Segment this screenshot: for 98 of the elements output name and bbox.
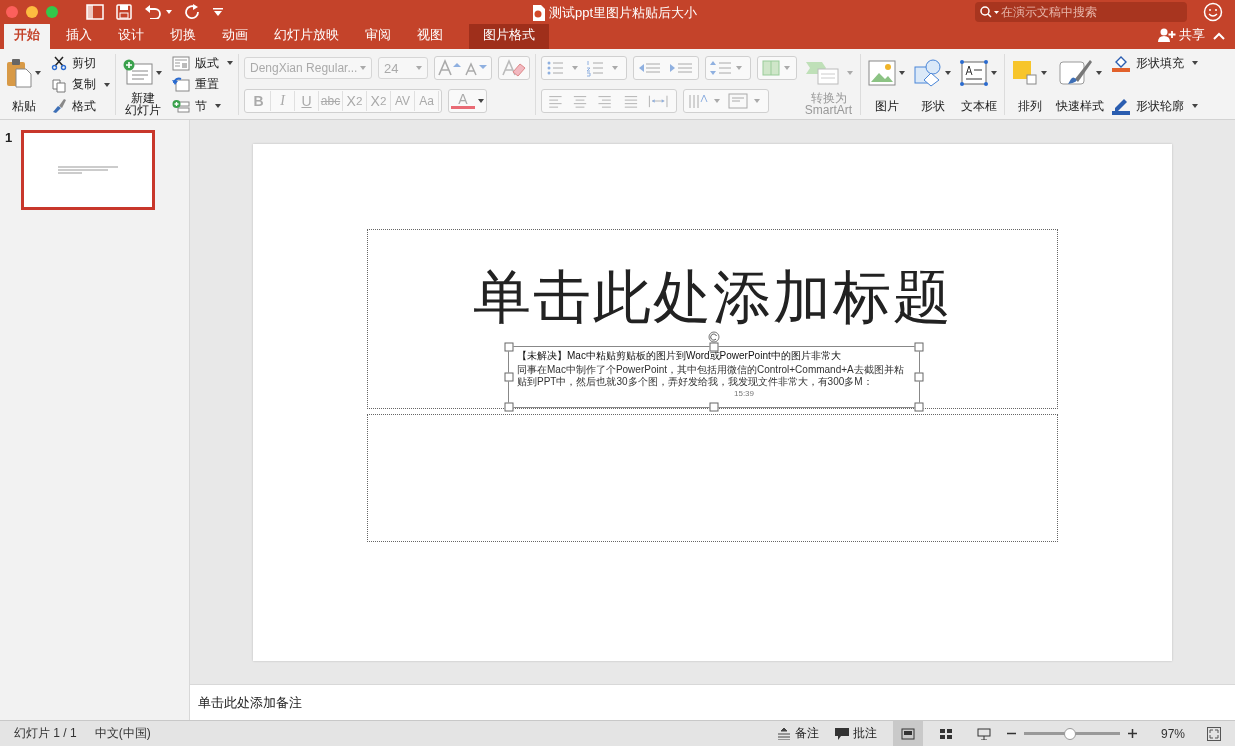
ribbon-tab[interactable]: 插入 xyxy=(56,22,102,49)
notes-button[interactable]: 备注 xyxy=(776,725,819,742)
caret-icon[interactable] xyxy=(215,104,221,108)
zoom-slider-thumb[interactable] xyxy=(1064,727,1077,740)
caret-icon[interactable] xyxy=(1192,61,1198,65)
sidebar-icon[interactable] xyxy=(86,4,104,20)
resize-handle[interactable] xyxy=(914,372,924,381)
ribbon-tab[interactable]: 动画 xyxy=(212,22,258,49)
plus-icon xyxy=(1127,729,1137,738)
scissors-icon xyxy=(51,56,67,71)
slide-number: 1 xyxy=(5,130,13,147)
collapse-icon[interactable] xyxy=(1213,32,1225,40)
slide-sorter-icon xyxy=(938,727,953,740)
title-text: 单击此处添加标题 xyxy=(472,267,953,326)
pencil-icon xyxy=(1111,97,1131,115)
caret-icon[interactable] xyxy=(104,82,110,87)
zoom-percentage[interactable]: 97% xyxy=(1160,726,1185,741)
section-button[interactable]: 节 xyxy=(172,96,233,116)
reset-button[interactable]: 重置 xyxy=(172,74,233,95)
caret-icon[interactable] xyxy=(227,61,233,65)
ribbon-tab[interactable]: 审阅 xyxy=(355,22,401,49)
cut-button[interactable]: 剪切 xyxy=(51,53,110,73)
resize-handle[interactable] xyxy=(709,402,719,411)
arrange-icon xyxy=(1012,60,1038,86)
title-placeholder[interactable]: 单击此处添加标题 【未解决】Mac中粘贴剪贴板的图片到Word或PowerPoint中的图片非常大 同事在Mac中制作了个PowerPoint，其中包括用微信的Control+Command+A去截图并粘贴到PPT中，然后也就30多个图，弄好发给我，我发现文件非常大，有300多M： 15:39 xyxy=(367,228,1058,409)
timestamp: 15:39 xyxy=(734,388,754,398)
paste-button[interactable]: 粘贴 xyxy=(4,52,43,117)
share-button[interactable]: 共享 xyxy=(1158,26,1205,49)
smiley-icon[interactable] xyxy=(1203,2,1223,22)
arrange-button[interactable]: 排列 xyxy=(1010,52,1049,117)
caret-icon[interactable] xyxy=(991,71,997,75)
text-box-button[interactable]: 文本框 xyxy=(958,52,999,117)
rotate-handle-icon[interactable] xyxy=(708,330,720,343)
slide-thumbnail[interactable] xyxy=(21,130,156,210)
ribbon-tab[interactable]: 设计 xyxy=(108,22,154,49)
caret-icon[interactable] xyxy=(35,71,41,75)
text-box-icon xyxy=(960,60,988,86)
caret-icon[interactable] xyxy=(156,71,162,75)
resize-handle[interactable] xyxy=(504,342,514,351)
shape-fill-button[interactable]: 形状填充 xyxy=(1111,53,1198,73)
paintbrush-icon xyxy=(51,98,67,114)
caret-icon[interactable] xyxy=(945,71,951,75)
new-slide-icon xyxy=(123,59,153,87)
customize-icon[interactable] xyxy=(212,7,224,17)
zoom-in-button[interactable] xyxy=(1127,729,1137,738)
clipboard-icon xyxy=(6,58,32,88)
paint-bucket-icon xyxy=(1111,54,1131,72)
resize-handle[interactable] xyxy=(504,372,514,381)
picture-button[interactable]: 图片 xyxy=(866,52,907,117)
copy-icon xyxy=(51,76,67,93)
ribbon-tab[interactable]: 切换 xyxy=(160,22,206,49)
layout-button[interactable]: 版式 xyxy=(172,53,233,73)
caret-icon[interactable] xyxy=(899,71,905,75)
quick-styles-button[interactable]: 快速样式 xyxy=(1054,52,1106,117)
layout-icon xyxy=(172,55,190,71)
article-heading: 【未解决】Mac中粘贴剪贴板的图片到Word或PowerPoint中的图片非常大 xyxy=(517,348,842,363)
article-text: 同事在Mac中制作了个PowerPoint，其中包括用微信的Control+Command+A去截图并粘贴到PPT中，然后也就30多个图，弄好发给我，我发现文件非常大，有300多M： xyxy=(517,363,905,388)
comment-icon xyxy=(834,727,849,740)
caret-icon[interactable] xyxy=(1041,71,1047,75)
view-button[interactable] xyxy=(892,721,923,746)
reset-icon xyxy=(172,77,190,92)
save-icon[interactable] xyxy=(116,4,132,20)
shape-outline-button[interactable]: 形状轮廓 xyxy=(1111,96,1198,116)
language[interactable]: 中文(中国) xyxy=(94,725,151,742)
ribbon-tab[interactable]: 幻灯片放映 xyxy=(264,22,349,49)
normal-view-icon xyxy=(900,727,915,740)
undo-icon[interactable] xyxy=(144,5,162,19)
document-icon xyxy=(532,5,545,21)
shapes-button[interactable]: 形状 xyxy=(912,52,953,117)
section-icon xyxy=(172,98,190,114)
search-icon[interactable] xyxy=(980,6,1000,18)
person-add-icon xyxy=(1158,28,1176,42)
slide-count: 幻灯片 1 / 1 xyxy=(14,725,77,742)
notes-placeholder[interactable]: 单击此处添加备注 xyxy=(198,693,302,712)
window-title: 测试ppt里图片粘贴后大小 xyxy=(549,4,698,22)
ribbon-tab[interactable]: 开始 xyxy=(4,22,50,49)
quick-styles-icon xyxy=(1058,59,1093,87)
resize-handle[interactable] xyxy=(504,402,514,411)
thumbnail-image-drawing xyxy=(57,166,120,174)
redo-icon[interactable] xyxy=(184,4,200,20)
presenter-view-icon xyxy=(976,727,991,740)
minimize-button[interactable] xyxy=(26,6,38,18)
ribbon-tab[interactable]: 图片格式 xyxy=(469,22,549,49)
format-painter-button[interactable]: 格式 xyxy=(51,96,110,116)
zoom-button[interactable] xyxy=(46,6,58,18)
resize-handle[interactable] xyxy=(914,402,924,411)
ribbon-tab[interactable]: 视图 xyxy=(407,22,453,49)
picture-icon xyxy=(868,60,896,86)
resize-handle[interactable] xyxy=(914,342,924,351)
comments-button[interactable]: 批注 xyxy=(834,725,877,742)
search-field[interactable]: 在演示文稿中搜索 xyxy=(975,2,1187,22)
caret-icon[interactable] xyxy=(1095,71,1102,75)
fit-to-window-icon[interactable] xyxy=(1207,726,1221,741)
caret-icon[interactable] xyxy=(1192,104,1198,108)
shapes-icon xyxy=(914,59,942,87)
new-slide-button[interactable]: 新建 幻灯片 xyxy=(121,52,164,117)
copy-button[interactable]: 复制 xyxy=(51,74,110,95)
notes-icon xyxy=(776,727,791,740)
